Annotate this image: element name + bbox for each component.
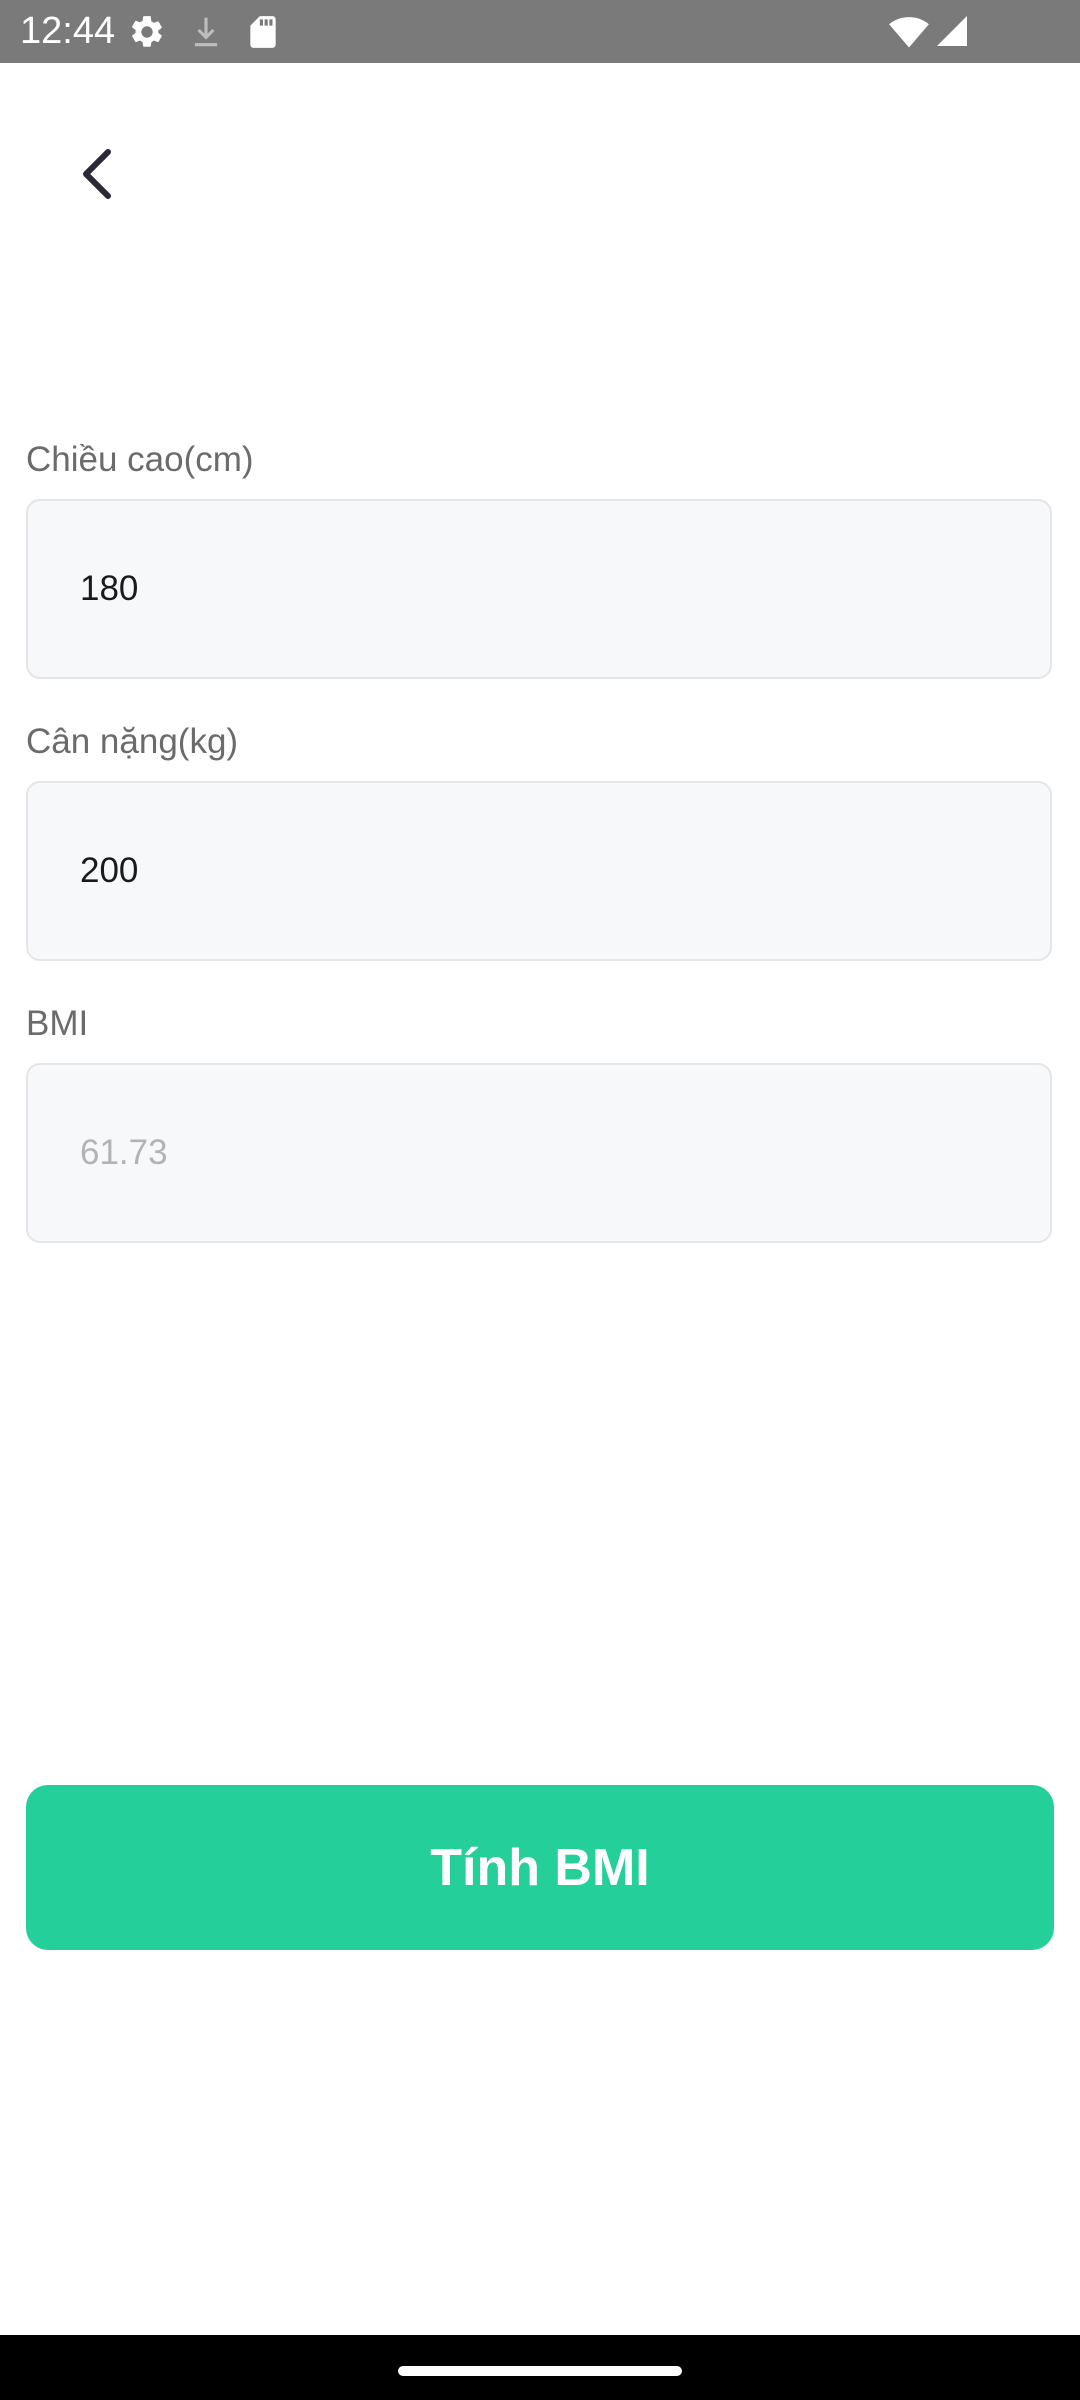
bmi-result-input [80,1133,980,1173]
height-label: Chiều cao(cm) [26,440,254,479]
status-bar: 12:44 [0,0,1080,63]
calculate-bmi-button[interactable]: Tính BMI [26,1785,1054,1950]
back-button[interactable] [60,140,132,212]
weight-label: Cân nặng(kg) [26,722,239,761]
home-indicator[interactable] [398,2366,682,2376]
settings-gear-icon [128,13,166,51]
navigation-bar [0,2335,1080,2400]
bmi-label: BMI [26,1004,89,1043]
weight-field[interactable] [26,781,1052,961]
cell-signal-icon [934,13,970,51]
wifi-icon [888,13,930,51]
bmi-field [26,1063,1052,1243]
status-time: 12:44 [20,10,116,52]
download-icon [187,13,225,51]
weight-input[interactable] [80,851,980,891]
height-input[interactable] [80,569,980,609]
height-field[interactable] [26,499,1052,679]
sd-card-icon [244,13,282,51]
chevron-left-icon [74,146,118,207]
